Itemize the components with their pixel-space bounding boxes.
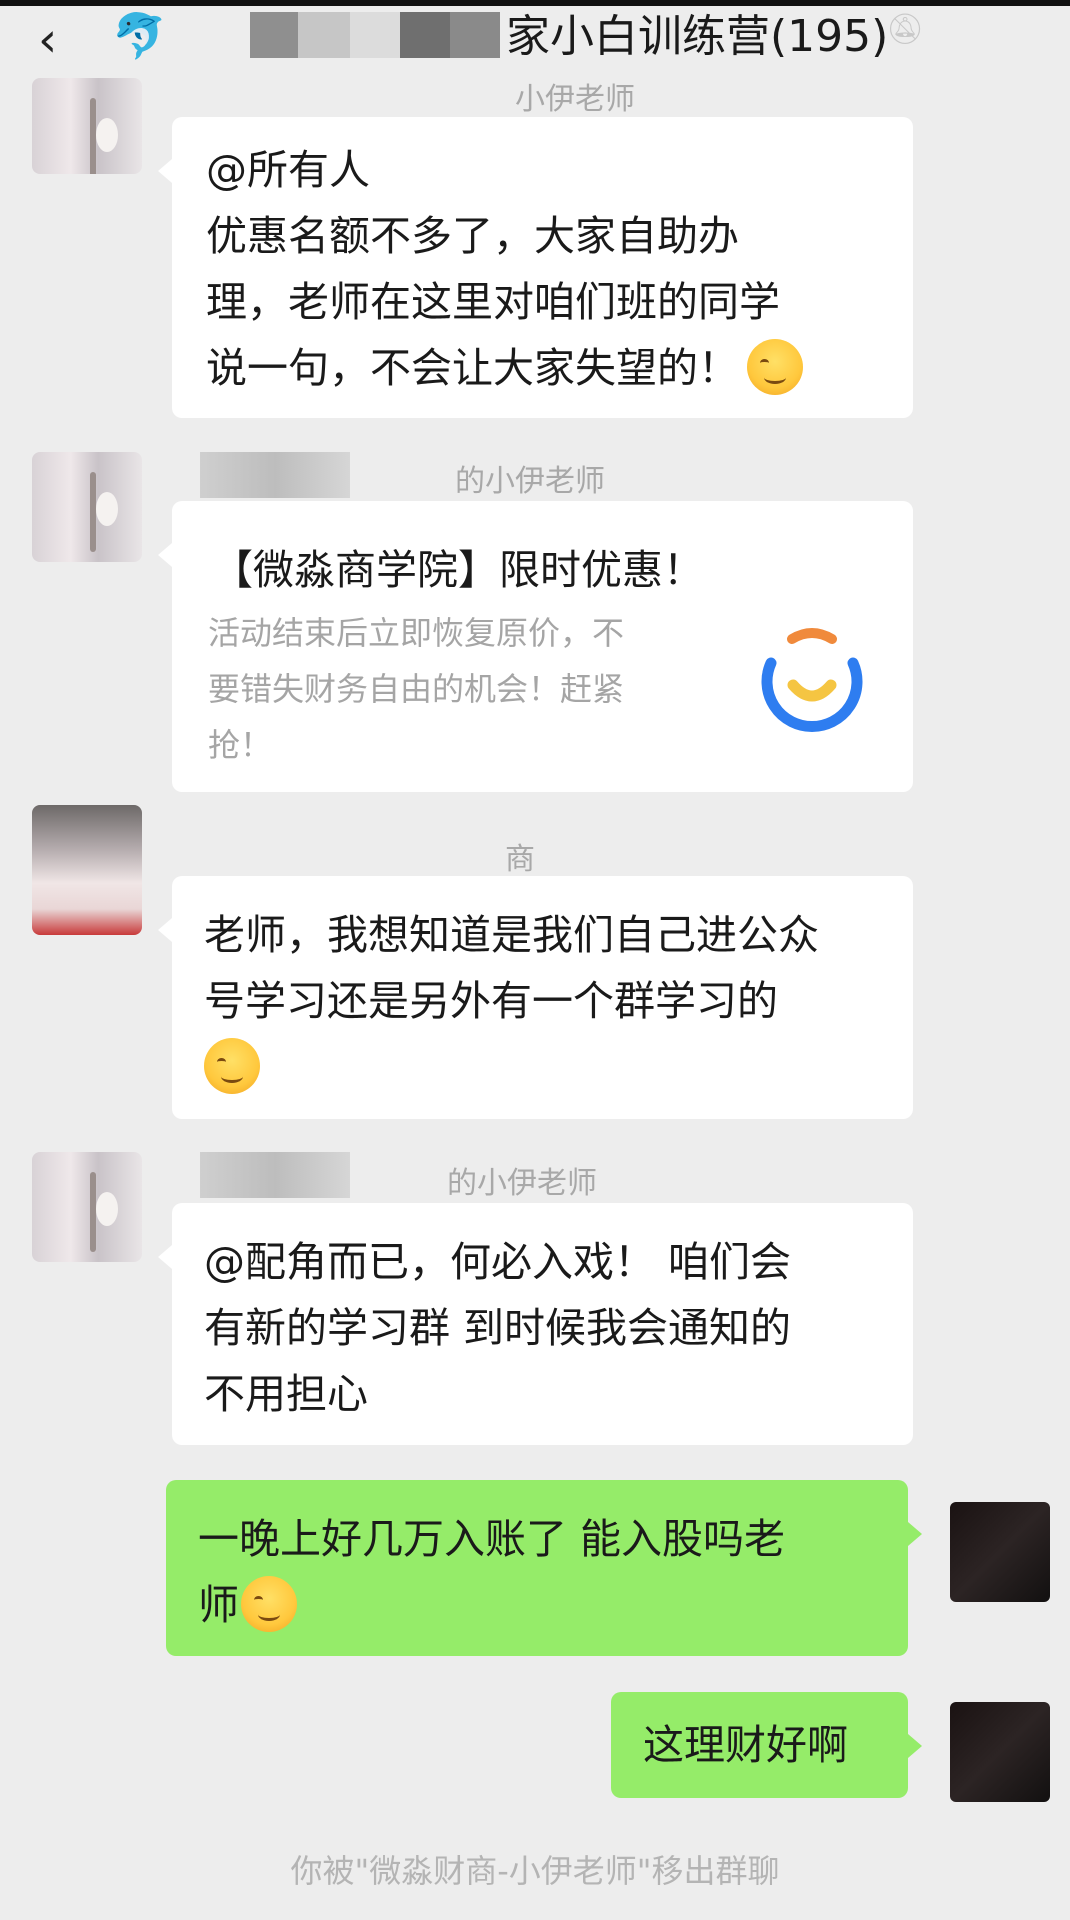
avatar-self[interactable]	[950, 1702, 1050, 1802]
message-bubble[interactable]: 老师，我想知道是我们自己进公众 号学习还是另外有一个群学习的	[158, 876, 913, 1119]
chat-title[interactable]: 家小白训练营(195)	[506, 0, 888, 64]
mosaic-blur	[350, 12, 400, 58]
message-text: 说一句，不会让大家失望的！	[206, 344, 739, 392]
avatar[interactable]	[32, 1152, 142, 1262]
avatar-self[interactable]	[950, 1502, 1050, 1602]
message-text: 不用担心	[204, 1370, 368, 1418]
message-bubble[interactable]: @配角而已，何必入戏！ 咱们会 有新的学习群 到时候我会通知的 不用担心	[158, 1203, 913, 1445]
crying-face-emoji	[204, 1038, 260, 1094]
mute-bell-icon: 🔕︎	[886, 12, 925, 47]
sender-name: 小伊老师	[515, 82, 635, 117]
sender-name: 商	[505, 842, 535, 877]
weimiao-logo-icon	[761, 628, 863, 732]
message-bubble-self[interactable]: 这理财好啊	[611, 1692, 922, 1798]
chat-header: ‹ 🐬 家小白训练营(195) 🔕︎	[0, 0, 1070, 80]
sender-name: 的小伊老师	[447, 1166, 597, 1201]
avatar[interactable]	[32, 805, 142, 935]
message-bubble-self[interactable]: 一晚上好几万入账了 能入股吗老 师	[166, 1480, 922, 1656]
message-bubble[interactable]: @所有人 优惠名额不多了，大家自助办 理，老师在这里对咱们班的同学 说一句，不会…	[158, 117, 913, 418]
mosaic-blur	[298, 12, 350, 58]
sender-name-blur	[200, 1152, 350, 1198]
card-description: 活动结束后立即恢复原价，不 要错失财务自由的机会！赶紧 抢！	[208, 614, 625, 764]
mosaic-blur	[400, 12, 450, 58]
card-title: 【微淼商学院】限时优惠！	[212, 546, 704, 594]
sender-name: 的小伊老师	[455, 464, 605, 499]
message-text: 师	[198, 1581, 239, 1629]
mosaic-blur	[450, 12, 500, 58]
message-text: 一晚上好几万入账了 能入股吗老	[198, 1515, 786, 1563]
mosaic-blur	[250, 12, 298, 58]
system-notice: 你被"微淼财商-小伊老师"移出群聊	[290, 1852, 780, 1890]
tears-of-joy-emoji	[241, 1576, 297, 1632]
avatar[interactable]	[32, 78, 142, 174]
back-chevron-icon[interactable]: ‹	[38, 16, 57, 64]
smiling-face-emoji	[747, 339, 803, 395]
message-text: 这理财好啊	[643, 1721, 848, 1769]
dolphin-avatar-icon[interactable]: 🐬	[112, 10, 167, 62]
sender-name-blur	[200, 452, 350, 498]
message-text: 理，老师在这里对咱们班的同学	[206, 278, 780, 326]
message-text: 有新的学习群 到时候我会通知的	[204, 1304, 792, 1352]
avatar[interactable]	[32, 452, 142, 562]
message-text: @所有人	[206, 146, 370, 194]
link-card[interactable]: 【微淼商学院】限时优惠！ 活动结束后立即恢复原价，不 要错失财务自由的机会！赶紧…	[158, 501, 913, 792]
message-text: 优惠名额不多了，大家自助办	[206, 212, 739, 260]
message-text: 号学习还是另外有一个群学习的	[204, 977, 778, 1025]
message-text: @配角而已，何必入戏！ 咱们会	[204, 1238, 792, 1286]
message-text: 老师，我想知道是我们自己进公众	[204, 911, 819, 959]
